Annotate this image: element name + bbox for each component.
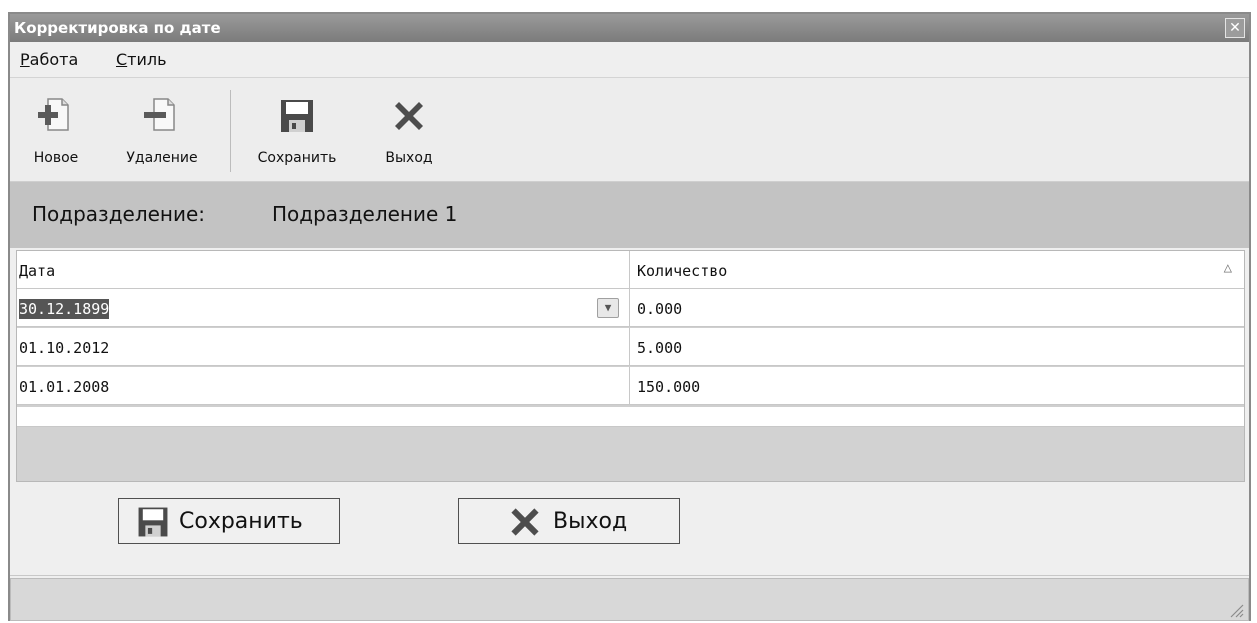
- status-bar: [10, 578, 1249, 621]
- chevron-down-icon: ▼: [604, 301, 612, 314]
- date-dropdown-button[interactable]: ▼: [597, 298, 619, 318]
- exit-button[interactable]: Выход: [458, 498, 680, 544]
- toolbar-new-button[interactable]: Новое: [20, 82, 92, 176]
- menu-bar: Работа Стиль: [10, 42, 1249, 78]
- title-bar: Корректировка по дате ✕: [10, 14, 1249, 42]
- department-label: Подразделение:: [32, 202, 206, 226]
- menu-work-accel: Р: [20, 50, 30, 69]
- cell-divider: [629, 289, 630, 327]
- date-cell[interactable]: 01.10.2012: [19, 339, 109, 357]
- x-cross-icon: [511, 508, 539, 536]
- new-row-placeholder[interactable]: [17, 407, 1244, 427]
- buttons-panel: Сохранить Выход: [10, 484, 1249, 576]
- column-divider[interactable]: [629, 251, 630, 289]
- toolbar-new-label: Новое: [33, 150, 79, 166]
- save-button-label: Сохранить: [179, 509, 303, 534]
- date-cell-selected-text: 30.12.1899: [19, 299, 110, 319]
- quantity-cell[interactable]: 0.000: [637, 300, 682, 318]
- grid-footer: [17, 427, 1244, 481]
- table-row[interactable]: 01.10.2012 5.000: [17, 328, 1244, 366]
- toolbar-delete-label: Удаление: [126, 150, 198, 166]
- close-button[interactable]: ✕: [1225, 18, 1245, 38]
- resize-grip-icon[interactable]: [1226, 600, 1244, 618]
- quantity-cell[interactable]: 150.000: [637, 378, 700, 396]
- remove-document-icon: [144, 98, 175, 131]
- cell-divider: [629, 367, 630, 405]
- toolbar: Новое Удаление Сохранить Выход: [10, 78, 1249, 182]
- toolbar-save-button[interactable]: Сохранить: [244, 82, 350, 176]
- x-cross-icon: [395, 102, 423, 130]
- floppy-disk-icon: [138, 507, 168, 537]
- menu-work[interactable]: Работа: [20, 50, 78, 69]
- table-row[interactable]: 30.12.1899 ▼ 0.000: [17, 289, 1244, 327]
- column-header-date[interactable]: Дата: [19, 262, 55, 280]
- cell-divider: [629, 328, 630, 366]
- menu-work-label: абота: [29, 50, 79, 69]
- add-document-icon: [38, 98, 69, 131]
- toolbar-exit-label: Выход: [385, 150, 433, 166]
- toolbar-exit-button[interactable]: Выход: [372, 82, 446, 176]
- menu-style-label: тиль: [127, 50, 167, 69]
- date-cell-editor[interactable]: 30.12.1899: [19, 299, 110, 319]
- toolbar-separator: [230, 90, 231, 172]
- department-bar: Подразделение: Подразделение 1: [10, 182, 1249, 248]
- table-row[interactable]: 01.01.2008 150.000: [17, 367, 1244, 405]
- data-grid: Дата Количество △ 30.12.1899 ▼ 0.000 01.…: [16, 250, 1245, 482]
- main-window: Корректировка по дате ✕ Работа Стиль Нов…: [8, 12, 1251, 621]
- date-cell[interactable]: 01.01.2008: [19, 378, 109, 396]
- toolbar-delete-button[interactable]: Удаление: [112, 82, 212, 176]
- menu-style[interactable]: Стиль: [116, 50, 167, 69]
- toolbar-save-label: Сохранить: [257, 150, 337, 166]
- column-header-quantity[interactable]: Количество: [637, 262, 727, 280]
- exit-button-label: Выход: [553, 509, 628, 534]
- menu-style-accel: С: [116, 50, 128, 69]
- department-value: Подразделение 1: [272, 202, 458, 226]
- floppy-disk-icon: [281, 100, 313, 132]
- sort-ascending-icon[interactable]: △: [1224, 260, 1232, 276]
- window-title: Корректировка по дате: [14, 19, 221, 37]
- quantity-cell[interactable]: 5.000: [637, 339, 682, 357]
- save-button[interactable]: Сохранить: [118, 498, 340, 544]
- grid-header: Дата Количество △: [17, 251, 1244, 289]
